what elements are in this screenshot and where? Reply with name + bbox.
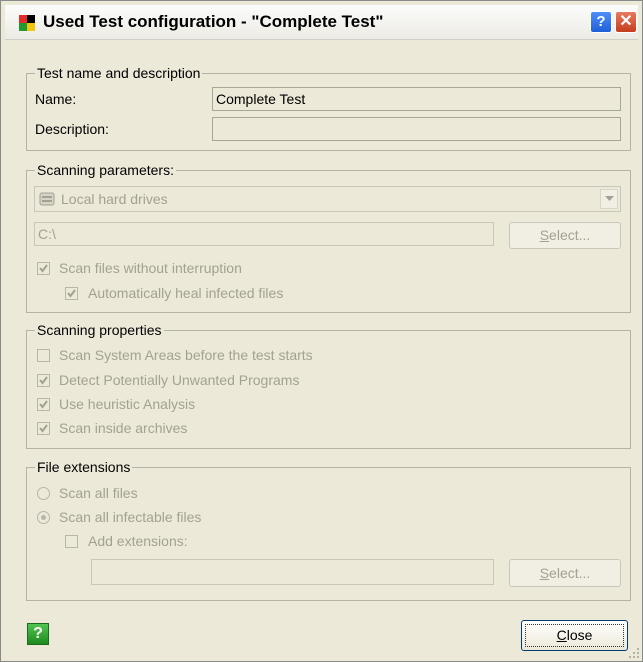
question-mark-icon: ? — [596, 13, 606, 30]
title-bar[interactable]: Used Test configuration - "Complete Test… — [5, 5, 638, 40]
description-label: Description: — [35, 121, 109, 137]
detect-pup-label: Detect Potentially Unwanted Programs — [59, 372, 300, 388]
file-extensions-legend: File extensions — [37, 459, 131, 475]
scan-system-areas-checkbox[interactable] — [37, 349, 50, 362]
help-button[interactable]: ? — [27, 623, 49, 645]
path-field[interactable]: C:\ — [34, 222, 494, 246]
scan-infectable-files-label: Scan all infectable files — [59, 509, 202, 525]
path-select-label: elect... — [549, 227, 591, 243]
title-close-button[interactable]: ✕ — [615, 11, 637, 33]
checkmark-icon — [39, 376, 48, 385]
auto-heal-checkbox[interactable] — [65, 287, 78, 300]
heuristic-analysis-checkbox[interactable] — [37, 398, 50, 411]
chevron-down-icon — [605, 196, 614, 201]
test-name-legend: Test name and description — [37, 65, 201, 81]
help-icon: ? — [33, 625, 43, 642]
close-button[interactable]: Close — [521, 620, 628, 651]
application-logo-icon — [19, 15, 35, 31]
path-select-button[interactable]: Select... — [509, 222, 621, 249]
scan-archives-checkbox[interactable] — [37, 422, 50, 435]
title-help-button[interactable]: ? — [590, 11, 612, 33]
scan-system-areas-label: Scan System Areas before the test starts — [59, 347, 313, 363]
scan-all-files-label: Scan all files — [59, 485, 138, 501]
scan-infectable-files-radio[interactable] — [37, 511, 50, 524]
checkmark-icon — [39, 424, 48, 433]
window-title: Used Test configuration - "Complete Test… — [43, 12, 384, 31]
name-field[interactable]: Complete Test — [212, 87, 621, 111]
add-extensions-label: Add extensions: — [88, 533, 188, 549]
extensions-select-button[interactable]: Select... — [509, 559, 621, 587]
dialog-window: Used Test configuration - "Complete Test… — [0, 0, 643, 662]
drive-select[interactable]: Local hard drives — [34, 186, 621, 212]
scan-archives-label: Scan inside archives — [59, 420, 188, 436]
radio-selected-dot — [41, 515, 46, 520]
checkmark-icon — [39, 264, 48, 273]
heuristic-analysis-label: Use heuristic Analysis — [59, 396, 196, 412]
hard-drive-icon — [39, 192, 55, 206]
scan-without-interruption-checkbox[interactable] — [37, 262, 50, 275]
description-field[interactable] — [212, 117, 621, 141]
focus-rect — [525, 624, 624, 647]
extensions-select-mnemonic: S — [539, 565, 550, 581]
name-label: Name: — [35, 91, 77, 107]
scan-all-files-radio[interactable] — [37, 487, 50, 500]
extensions-field[interactable] — [91, 559, 494, 585]
close-icon: ✕ — [619, 13, 633, 30]
checkmark-icon — [67, 289, 76, 298]
detect-pup-checkbox[interactable] — [37, 374, 50, 387]
resize-grip-icon[interactable] — [628, 647, 640, 659]
path-select-mnemonic: S — [539, 227, 550, 243]
dropdown-arrow[interactable] — [600, 189, 618, 209]
extensions-select-label: elect... — [549, 565, 591, 581]
auto-heal-label: Automatically heal infected files — [88, 285, 284, 301]
scan-without-interruption-label: Scan files without interruption — [59, 260, 242, 276]
drive-select-value: Local hard drives — [61, 191, 168, 207]
checkmark-icon — [39, 400, 48, 409]
scanning-parameters-legend: Scanning parameters: — [37, 162, 174, 178]
add-extensions-checkbox[interactable] — [65, 535, 78, 548]
scanning-properties-legend: Scanning properties — [37, 322, 162, 338]
